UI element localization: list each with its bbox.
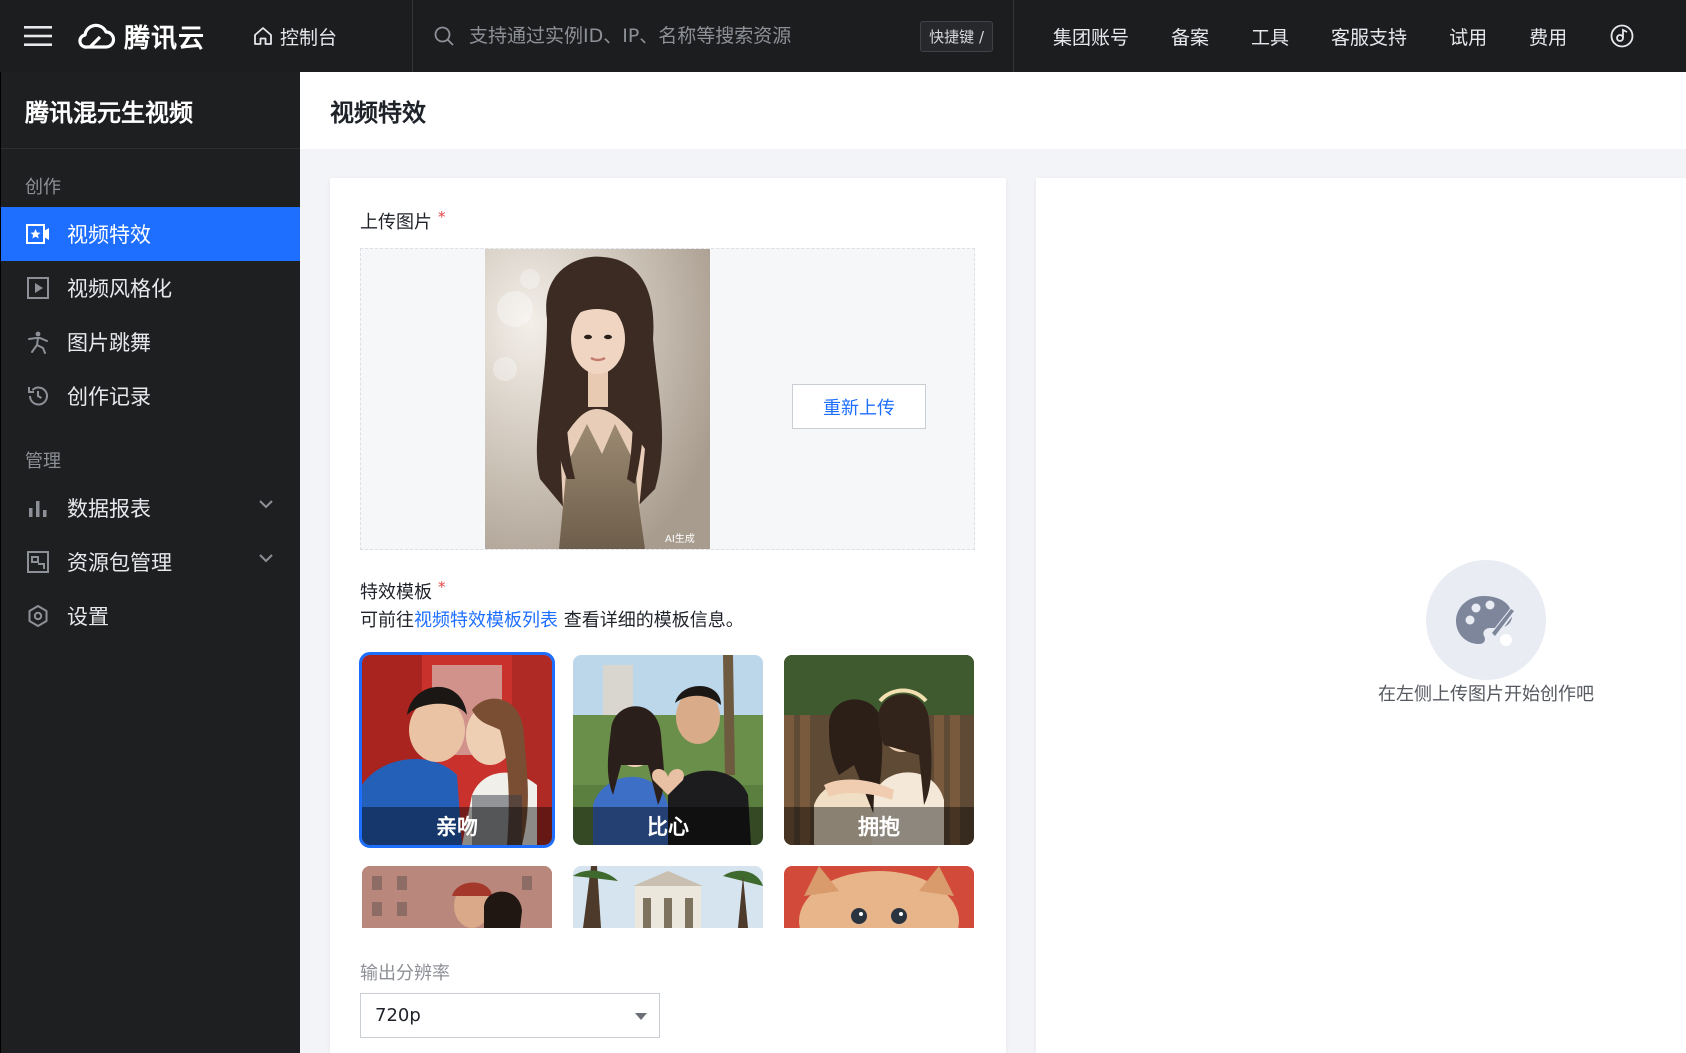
uploaded-image-preview: AI生成: [485, 249, 710, 549]
home-icon: [254, 27, 272, 45]
required-mark: *: [438, 208, 446, 226]
upload-field-label: 上传图片 *: [360, 208, 446, 234]
reupload-button[interactable]: 重新上传: [792, 384, 926, 429]
hamburger-icon: [24, 26, 52, 46]
chevron-down-icon: [259, 554, 273, 563]
empty-state-text: 在左侧上传图片开始创作吧: [1378, 684, 1594, 705]
sidebar-item-label: 数据报表: [67, 497, 151, 521]
search-bar: 快捷键 /: [413, 0, 1013, 72]
template-card-5[interactable]: [573, 866, 763, 928]
template-thumbnail: [573, 866, 763, 928]
nav-billing[interactable]: 费用: [1508, 23, 1588, 50]
top-navbar: 腾讯云 控制台 快捷键 / 集团账号 备案 工具 客服支持 试用 费用: [0, 0, 1686, 72]
history-icon: [25, 383, 51, 409]
product-title: 腾讯混元生视频: [1, 72, 300, 149]
hint-suffix: 查看详细的模板信息。: [558, 610, 744, 631]
sidebar-item-label: 创作记录: [67, 385, 151, 409]
brand-logo[interactable]: 腾讯云: [76, 18, 236, 55]
resolution-value: 720p: [375, 1005, 421, 1026]
group-label-create: 创作: [25, 177, 61, 198]
console-link[interactable]: 控制台: [236, 23, 412, 50]
chevron-down-icon: [259, 500, 273, 509]
creation-form-panel: 上传图片 * AI生成 重新上传 特效模板 * 可前往视频特效模板列表 查看详细…: [330, 178, 1006, 1053]
resolution-label: 输出分辨率: [360, 963, 450, 984]
sidebar-item-label: 资源包管理: [67, 551, 172, 575]
caret-down-icon: [635, 1013, 647, 1020]
settings-icon: [25, 603, 51, 629]
hint-prefix: 可前往: [360, 610, 414, 631]
nav-filing[interactable]: 备案: [1150, 23, 1230, 50]
sidebar-item-resource-packs[interactable]: 资源包管理: [1, 535, 300, 589]
nav-tools[interactable]: 工具: [1230, 23, 1310, 50]
template-card-6[interactable]: [784, 866, 974, 928]
result-preview-panel: 在左侧上传图片开始创作吧: [1036, 178, 1686, 1053]
image-upload-area[interactable]: AI生成 重新上传: [360, 248, 975, 550]
nav-group-account[interactable]: 集团账号: [1032, 23, 1150, 50]
template-card-hug[interactable]: 拥抱: [784, 655, 974, 845]
upload-label: 上传图片: [360, 212, 432, 233]
template-list-link[interactable]: 视频特效模板列表: [414, 610, 558, 631]
required-mark: *: [438, 578, 446, 596]
user-avatar-icon: [1610, 24, 1634, 48]
search-icon: [434, 26, 454, 46]
cloud-logo-icon: [78, 23, 116, 49]
template-thumbnail: [362, 866, 552, 928]
sidebar-item-reports[interactable]: 数据报表: [1, 481, 300, 535]
top-nav-links: 集团账号 备案 工具 客服支持 试用 费用: [1014, 0, 1588, 72]
sidebar-item-image-dance[interactable]: 图片跳舞: [1, 315, 300, 369]
watermark-text: AI生成: [665, 532, 695, 545]
nav-support[interactable]: 客服支持: [1310, 23, 1428, 50]
sidebar-item-settings[interactable]: 设置: [1, 589, 300, 643]
template-card-4[interactable]: [362, 866, 552, 928]
sidebar-item-video-stylize[interactable]: 视频风格化: [1, 261, 300, 315]
template-label: 特效模板: [360, 582, 432, 603]
bar-chart-icon: [25, 495, 51, 521]
search-input[interactable]: [469, 25, 907, 47]
sidebar: 腾讯混元生视频 创作 视频特效 视频风格化 图片跳舞 创作记录 管理 数据报表: [0, 72, 300, 1053]
template-label: 比心: [573, 807, 763, 845]
template-thumbnail: [784, 866, 974, 928]
sidebar-item-label: 设置: [67, 605, 109, 629]
template-field-label: 特效模板 *: [360, 578, 446, 604]
nav-trial[interactable]: 试用: [1428, 23, 1508, 50]
sidebar-item-label: 图片跳舞: [67, 331, 151, 355]
template-hint: 可前往视频特效模板列表 查看详细的模板信息。: [360, 606, 744, 632]
sidebar-item-label: 视频风格化: [67, 277, 172, 301]
user-avatar-button[interactable]: [1609, 23, 1635, 49]
page-title: 视频特效: [300, 72, 1686, 149]
console-label: 控制台: [280, 26, 338, 49]
video-star-icon: [25, 221, 51, 247]
resolution-select[interactable]: 720p: [360, 993, 660, 1038]
brand-name: 腾讯云: [124, 23, 206, 54]
template-card-heart[interactable]: 比心: [573, 655, 763, 845]
dance-icon: [25, 329, 51, 355]
template-label: 拥抱: [784, 807, 974, 845]
palette-icon: [1426, 560, 1546, 680]
sidebar-item-video-effects[interactable]: 视频特效: [1, 207, 300, 261]
play-square-icon: [25, 275, 51, 301]
template-card-kiss[interactable]: 亲吻: [359, 652, 555, 848]
package-icon: [25, 549, 51, 575]
sidebar-item-label: 视频特效: [67, 223, 151, 247]
group-label-manage: 管理: [25, 451, 61, 472]
template-label: 亲吻: [362, 807, 552, 845]
sidebar-item-history[interactable]: 创作记录: [1, 369, 300, 423]
menu-toggle-button[interactable]: [0, 0, 76, 72]
shortcut-badge[interactable]: 快捷键 /: [920, 20, 993, 52]
